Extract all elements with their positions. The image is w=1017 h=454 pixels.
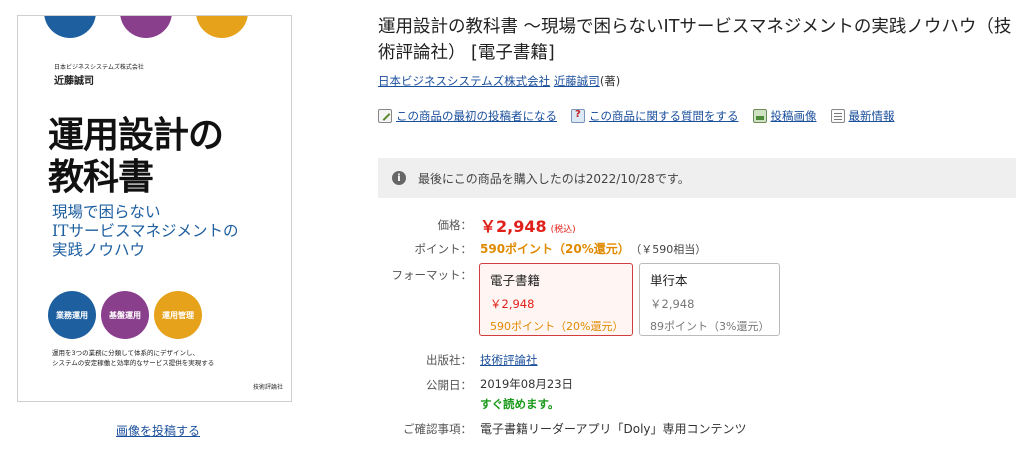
publisher-label: 出版社： — [426, 353, 472, 367]
cover-decor-circle — [120, 16, 172, 38]
format-label: フォーマット： — [391, 268, 473, 282]
author-link[interactable]: 近藤誠司 — [554, 74, 600, 88]
book-cover-image[interactable]: 日本ビジネスシステムズ株式会社 近藤誠司 運用設計の 教科書 現場で困らない I… — [17, 15, 292, 402]
posted-images-link[interactable]: 投稿画像 — [752, 108, 817, 124]
price-value: ￥2,948 (税込) — [480, 217, 576, 236]
cover-company: 日本ビジネスシステムズ株式会社 — [54, 64, 144, 71]
cover-circle-management: 運用管理 — [154, 291, 202, 339]
points-value: 590ポイント（20%還元） （￥590相当） — [480, 242, 707, 256]
product-title: 運用設計の教科書 ～現場で困らないITサービスマネジメントの実践ノウハウ（技術評… — [378, 17, 1012, 63]
post-image-link[interactable]: 画像を投稿する — [116, 422, 200, 439]
release-date: 2019年08月23日 — [480, 377, 574, 391]
author-role: (著) — [599, 74, 621, 88]
ask-question-link[interactable]: この商品に関する質問をする — [571, 108, 739, 124]
info-icon: i — [392, 171, 406, 185]
first-review-link[interactable]: この商品の最初の投稿者になる — [378, 108, 557, 124]
publisher-link[interactable]: 技術評論社 — [480, 352, 538, 368]
image-icon — [752, 109, 767, 123]
news-icon — [830, 109, 845, 123]
latest-info-link[interactable]: 最新情報 — [830, 108, 895, 124]
pen-icon — [378, 109, 392, 123]
cover-subtitle: 現場で困らない ITサービスマネジメントの 実践ノウハウ — [52, 203, 239, 259]
action-links: この商品の最初の投稿者になる この商品に関する質問をする 投稿画像 最新情報 — [378, 108, 895, 124]
cover-decor-circle — [196, 16, 248, 38]
availability-text: すぐ読めます。 — [480, 397, 560, 411]
author-company-link[interactable]: 日本ビジネスシステムズ株式会社 — [378, 74, 550, 88]
question-icon — [571, 109, 585, 123]
release-label: 公開日： — [426, 378, 472, 392]
cover-decor-circle — [44, 16, 96, 38]
price-label: 価格： — [437, 218, 473, 232]
format-option-print[interactable]: 単行本 ￥2,948 89ポイント（3%還元） — [639, 263, 780, 336]
cover-circle-business: 業務運用 — [48, 291, 96, 339]
byline: 日本ビジネスシステムズ株式会社 近藤誠司(著) — [378, 73, 620, 89]
purchase-notice-text: 最後にこの商品を購入したのは2022/10/28です。 — [418, 171, 690, 186]
points-label: ポイント： — [414, 242, 473, 256]
format-option-ebook[interactable]: 電子書籍 ￥2,948 590ポイント（20%還元） — [479, 263, 633, 336]
confirm-label: ご確認事項： — [403, 422, 472, 436]
cover-circle-infra: 基盤運用 — [101, 291, 149, 339]
cover-title: 運用設計の 教科書 — [48, 114, 224, 198]
cover-author: 近藤誠司 — [54, 76, 94, 87]
cover-publisher-logo: 技術評論社 — [252, 384, 283, 391]
purchase-notice: i 最後にこの商品を購入したのは2022/10/28です。 — [378, 158, 1016, 198]
confirm-text: 電子書籍リーダーアプリ「Doly」専用コンテンツ — [480, 422, 747, 436]
cover-blurb: 運用を3つの業務に分類して体系的にデザインし、 システムの安定稼働と効率的なサー… — [52, 349, 215, 367]
